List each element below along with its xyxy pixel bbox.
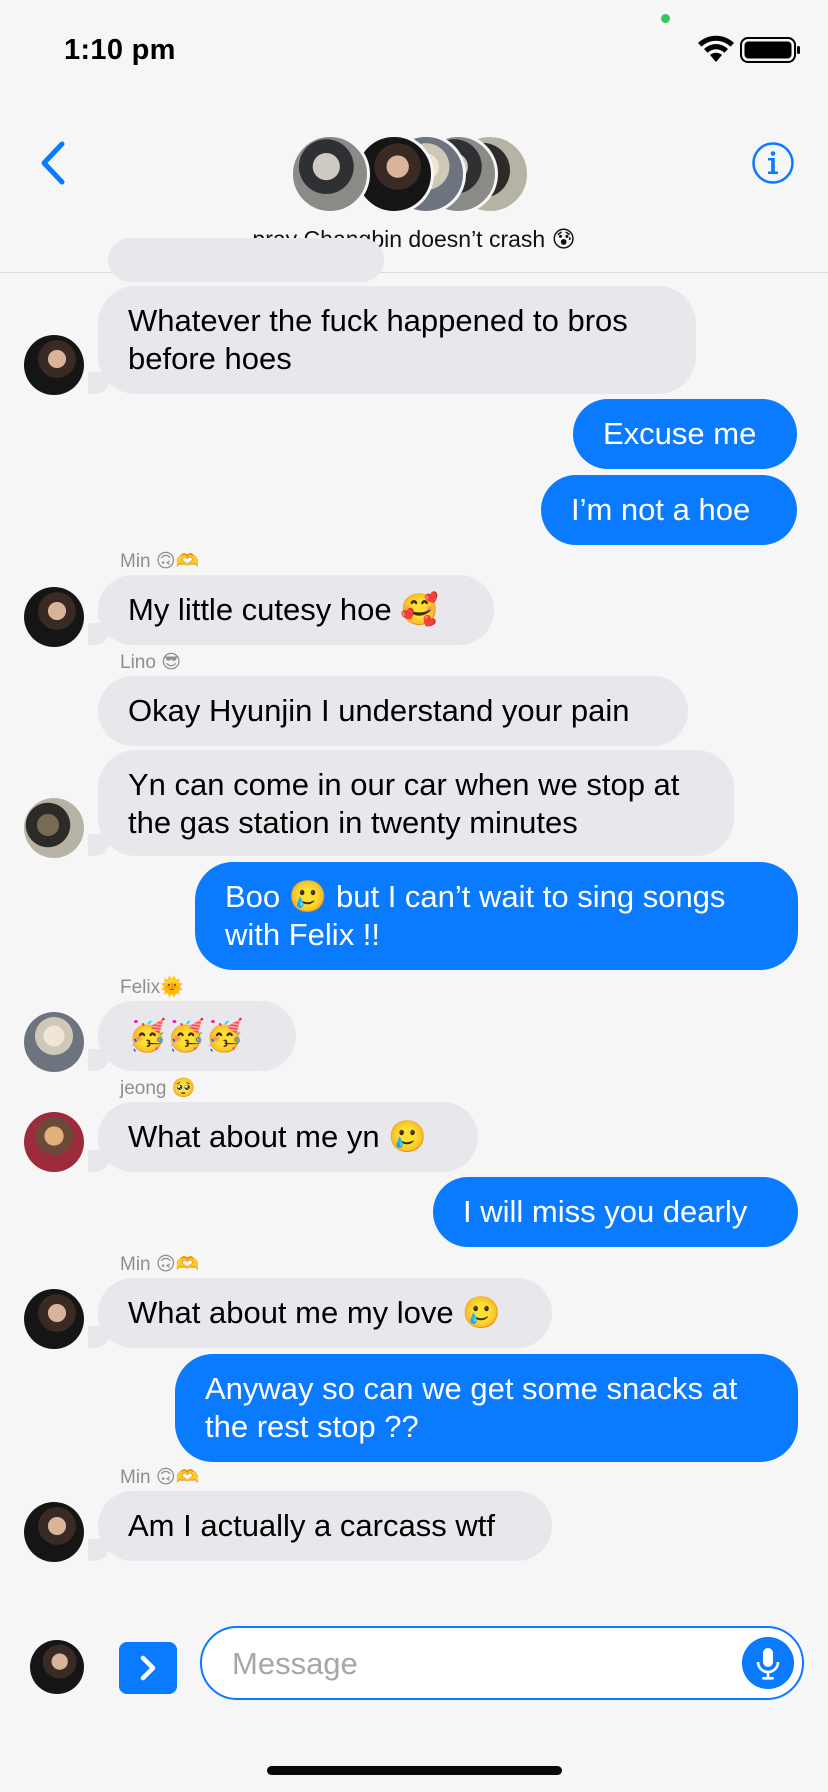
message-bubble-outgoing[interactable]: Excuse me bbox=[573, 399, 797, 469]
message-bubble-incoming[interactable]: What about me yn 🥲 bbox=[98, 1102, 478, 1172]
sender-avatar[interactable] bbox=[24, 1112, 84, 1172]
message-input[interactable] bbox=[230, 1628, 714, 1700]
sender-name: Lino 😎 bbox=[120, 652, 182, 673]
bubble-tail bbox=[88, 834, 110, 856]
microphone-icon[interactable] bbox=[742, 1637, 794, 1689]
bubble-tail bbox=[88, 372, 110, 394]
group-avatars[interactable] bbox=[290, 134, 530, 218]
group-avatar bbox=[290, 134, 370, 214]
message-bubble-incoming[interactable]: My little cutesy hoe 🥰 bbox=[98, 575, 494, 645]
sender-name: jeong 🥺 bbox=[120, 1078, 196, 1099]
sender-avatar[interactable] bbox=[24, 1502, 84, 1562]
sender-avatar[interactable] bbox=[24, 798, 84, 858]
sender-name: Felix🌞 bbox=[120, 977, 184, 998]
info-icon[interactable] bbox=[751, 141, 795, 185]
status-bar: 1:10 pm bbox=[0, 0, 828, 100]
bubble-tail bbox=[88, 1539, 110, 1561]
sender-name: Min 🙃🫶 bbox=[120, 1467, 200, 1488]
bubble-tail bbox=[88, 1049, 110, 1071]
chevron-left-icon[interactable] bbox=[36, 140, 68, 186]
message-bubble-incoming[interactable]: 🥳🥳🥳 bbox=[98, 1001, 296, 1071]
battery-icon bbox=[740, 37, 800, 63]
message-field[interactable] bbox=[200, 1626, 804, 1700]
bubble-tail bbox=[88, 1326, 110, 1348]
bubble-tail bbox=[88, 1150, 110, 1172]
status-time: 1:10 pm bbox=[64, 34, 176, 66]
message-bubble-incoming[interactable]: Whatever the fuck happened to bros befor… bbox=[98, 286, 696, 394]
sender-avatar[interactable] bbox=[24, 1289, 84, 1349]
home-indicator[interactable] bbox=[267, 1766, 562, 1775]
sender-name: Min 🙃🫶 bbox=[120, 1254, 200, 1275]
message-bubble-incoming[interactable]: Am I actually a carcass wtf bbox=[98, 1491, 552, 1561]
memoji-avatar[interactable] bbox=[30, 1640, 84, 1694]
sender-avatar[interactable] bbox=[24, 587, 84, 647]
sender-avatar[interactable] bbox=[24, 1012, 84, 1072]
bubble-tail bbox=[88, 623, 110, 645]
message-bubble-outgoing[interactable]: I’m not a hoe bbox=[541, 475, 797, 545]
message-bubble-outgoing[interactable]: I will miss you dearly bbox=[433, 1177, 798, 1247]
apps-button[interactable] bbox=[119, 1642, 177, 1694]
camera-indicator-dot bbox=[661, 14, 670, 23]
message-bubble-partial bbox=[108, 238, 384, 282]
sender-name: Min 🙃🫶 bbox=[120, 551, 200, 572]
sender-avatar[interactable] bbox=[24, 335, 84, 395]
message-bubble-incoming[interactable]: What about me my love 🥲 bbox=[98, 1278, 552, 1348]
chevron-right-icon bbox=[140, 1655, 156, 1681]
message-bubble-incoming[interactable]: Yn can come in our car when we stop at t… bbox=[98, 750, 734, 856]
wifi-icon bbox=[698, 35, 734, 62]
message-bubble-outgoing[interactable]: Boo 🥲 but I can’t wait to sing songs wit… bbox=[195, 862, 798, 970]
message-bubble-outgoing[interactable]: Anyway so can we get some snacks at the … bbox=[175, 1354, 798, 1462]
message-bubble-incoming[interactable]: Okay Hyunjin I understand your pain bbox=[98, 676, 688, 746]
